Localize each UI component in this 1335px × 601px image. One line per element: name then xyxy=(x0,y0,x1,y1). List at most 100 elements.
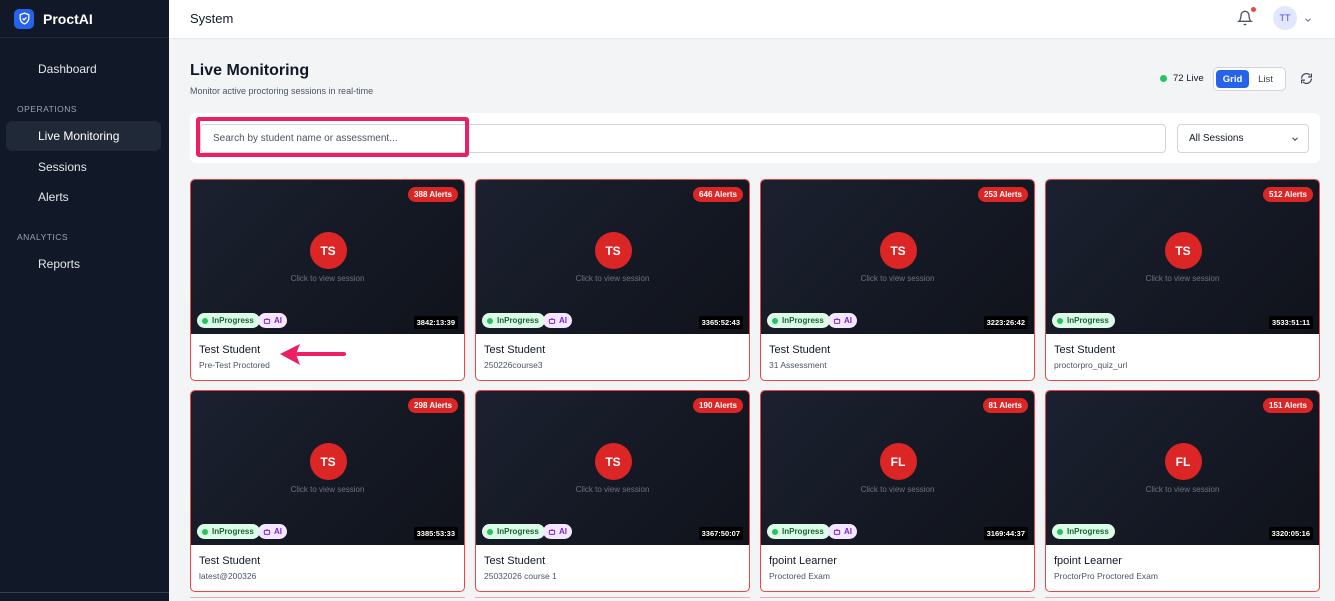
grid-view-button[interactable]: Grid xyxy=(1216,70,1249,88)
assessment-name: latest@200326 xyxy=(199,571,257,581)
student-name: Test Student xyxy=(484,555,546,567)
session-card[interactable]: 190 Alerts TS Click to view session InProgr… xyxy=(475,390,750,592)
student-name: Test Student xyxy=(1054,344,1116,356)
status-label: InProgress xyxy=(497,316,539,325)
video-preview[interactable]: 512 Alerts TS Click to view session InProgr… xyxy=(1046,180,1319,334)
ai-label: AI xyxy=(559,316,567,325)
video-preview[interactable]: 190 Alerts TS Click to view session InProgr… xyxy=(476,391,749,545)
assessment-name: Pre-Test Proctored xyxy=(199,360,270,370)
video-preview[interactable]: 81 Alerts FL Click to view session InProgre… xyxy=(761,391,1034,545)
ai-badge: AI xyxy=(828,313,857,328)
status-dot xyxy=(1057,317,1063,324)
assessment-name: ProctorPro Proctored Exam xyxy=(1054,571,1158,581)
student-name: Test Student xyxy=(199,344,261,356)
session-card[interactable]: 253 Alerts TS Click to view session InProgr… xyxy=(760,179,1035,381)
alerts-badge: 253 Alerts xyxy=(978,187,1028,202)
status-dot xyxy=(487,317,493,324)
card-partial xyxy=(760,597,1035,601)
sidebar-footer xyxy=(0,592,169,601)
session-timer: 3365:52:43 xyxy=(698,316,743,329)
ai-badge: AI xyxy=(543,524,572,539)
sidebar-item-live-monitoring[interactable]: Live Monitoring xyxy=(6,121,161,151)
student-avatar: TS xyxy=(309,443,347,480)
video-preview[interactable]: 253 Alerts TS Click to view session InProgr… xyxy=(761,180,1034,334)
avatar[interactable]: TT xyxy=(1273,6,1297,30)
alerts-badge: 151 Alerts xyxy=(1263,398,1313,413)
ai-label: AI xyxy=(844,527,852,536)
status-label: InProgress xyxy=(1067,316,1109,325)
session-card[interactable]: 646 Alerts TS Click to view session InProgr… xyxy=(475,179,750,381)
status-badge: InProgress xyxy=(197,524,260,539)
ai-badge: AI xyxy=(258,524,287,539)
session-filter-select[interactable]: All Sessions xyxy=(1177,124,1309,153)
robot-icon xyxy=(548,528,556,535)
sidebar-item-sessions[interactable]: Sessions xyxy=(6,152,161,182)
sidebar-item-label: Reports xyxy=(38,257,81,271)
view-session-hint: Click to view session xyxy=(1145,274,1220,283)
robot-icon xyxy=(263,528,271,535)
view-session-hint: Click to view session xyxy=(860,274,935,283)
list-view-button[interactable]: List xyxy=(1249,70,1282,88)
session-timer: 3842:13:39 xyxy=(413,316,458,329)
status-badge: InProgress xyxy=(1052,313,1115,328)
status-dot xyxy=(772,528,778,535)
alerts-badge: 388 Alerts xyxy=(408,187,458,202)
sidebar-item-alerts[interactable]: Alerts xyxy=(6,182,161,212)
student-avatar: FL xyxy=(879,443,917,480)
notification-dot xyxy=(1251,7,1256,12)
card-partial xyxy=(190,597,465,601)
status-dot xyxy=(1057,528,1063,535)
status-badge: InProgress xyxy=(767,524,830,539)
status-label: InProgress xyxy=(1067,527,1109,536)
status-badge: InProgress xyxy=(482,313,545,328)
session-card[interactable]: 81 Alerts FL Click to view session InProgre… xyxy=(760,390,1035,592)
sidebar-item-label: Dashboard xyxy=(38,62,97,76)
student-name: Test Student xyxy=(769,344,831,356)
alerts-badge: 646 Alerts xyxy=(693,187,743,202)
status-label: InProgress xyxy=(497,527,539,536)
sidebar-item-label: Live Monitoring xyxy=(38,129,120,143)
view-session-hint: Click to view session xyxy=(575,485,650,494)
assessment-name: 31 Assessment xyxy=(769,360,827,370)
video-preview[interactable]: 388 Alerts TS Click to view session InProgr… xyxy=(191,180,464,334)
status-label: InProgress xyxy=(212,527,254,536)
section-operations: OPERATIONS xyxy=(17,104,78,114)
view-session-hint: Click to view session xyxy=(290,274,365,283)
sidebar-item-reports[interactable]: Reports xyxy=(6,249,161,279)
status-badge: InProgress xyxy=(767,313,830,328)
student-avatar: FL xyxy=(1164,443,1202,480)
chevron-down-icon[interactable] xyxy=(1303,12,1315,24)
shield-icon xyxy=(14,8,34,29)
video-preview[interactable]: 151 Alerts FL Click to view session InProgr… xyxy=(1046,391,1319,545)
assessment-name: proctorpro_quiz_url xyxy=(1054,360,1128,370)
session-timer: 3169:44:37 xyxy=(983,527,1028,540)
video-preview[interactable]: 298 Alerts TS Click to view session InProgr… xyxy=(191,391,464,545)
status-badge: InProgress xyxy=(1052,524,1115,539)
status-dot xyxy=(202,317,208,324)
page-subtitle: Monitor active proctoring sessions in re… xyxy=(190,86,374,96)
ai-badge: AI xyxy=(543,313,572,328)
session-card[interactable]: 298 Alerts TS Click to view session InProgr… xyxy=(190,390,465,592)
ai-badge: AI xyxy=(828,524,857,539)
session-filter-value: All Sessions xyxy=(1189,133,1244,144)
ai-label: AI xyxy=(274,527,282,536)
session-card[interactable]: 512 Alerts TS Click to view session InProgr… xyxy=(1045,179,1320,381)
student-name: Test Student xyxy=(199,555,261,567)
page-title: Live Monitoring xyxy=(190,62,310,79)
status-label: InProgress xyxy=(782,316,824,325)
video-preview[interactable]: 646 Alerts TS Click to view session InProgr… xyxy=(476,180,749,334)
assessment-name: Proctored Exam xyxy=(769,571,830,581)
sidebar-item-dashboard[interactable]: Dashboard xyxy=(6,54,161,84)
refresh-icon[interactable] xyxy=(1300,72,1314,86)
ai-label: AI xyxy=(844,316,852,325)
bell-icon[interactable] xyxy=(1236,9,1257,29)
search-input[interactable] xyxy=(200,124,1166,153)
brand[interactable]: ProctAI xyxy=(0,0,169,38)
alerts-badge: 190 Alerts xyxy=(693,398,743,413)
live-count: 72 Live xyxy=(1173,73,1204,84)
student-avatar: TS xyxy=(1164,232,1202,269)
status-badge: InProgress xyxy=(482,524,545,539)
section-analytics: ANALYTICS xyxy=(17,232,69,242)
session-card[interactable]: 151 Alerts FL Click to view session InProgr… xyxy=(1045,390,1320,592)
alerts-badge: 298 Alerts xyxy=(408,398,458,413)
